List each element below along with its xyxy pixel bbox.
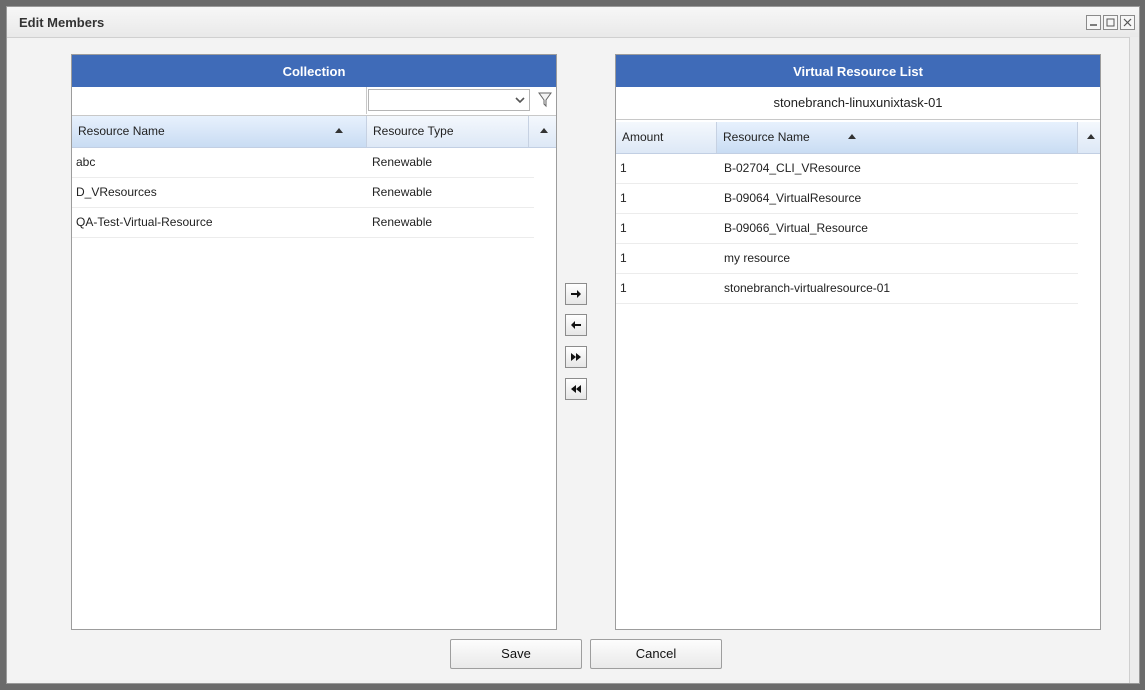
table-row[interactable]: 1 my resource bbox=[616, 244, 1078, 274]
remove-selected-button[interactable] bbox=[565, 314, 587, 336]
double-right-icon bbox=[571, 353, 581, 361]
maximize-button[interactable] bbox=[1103, 15, 1118, 30]
add-selected-button[interactable] bbox=[565, 283, 587, 305]
collection-header: Collection bbox=[72, 55, 556, 87]
resource-name-cell: stonebranch-virtualresource-01 bbox=[724, 281, 891, 295]
arrow-right-icon bbox=[571, 290, 581, 298]
column-label: Amount bbox=[622, 130, 664, 144]
table-row[interactable]: abc Renewable bbox=[72, 148, 534, 178]
resource-name-cell: B-09066_Virtual_Resource bbox=[724, 221, 868, 235]
table-row[interactable]: 1 B-09064_VirtualResource bbox=[616, 184, 1078, 214]
resource-name-cell: my resource bbox=[724, 251, 791, 265]
table-row[interactable]: 1 stonebranch-virtualresource-01 bbox=[616, 274, 1078, 304]
collection-filter-row bbox=[72, 87, 556, 116]
amount-cell: 1 bbox=[620, 251, 627, 265]
double-left-icon bbox=[571, 385, 581, 393]
column-header-amount[interactable]: Amount bbox=[616, 122, 717, 153]
resource-name-cell: QA-Test-Virtual-Resource bbox=[76, 215, 213, 229]
resource-name-filter-input[interactable] bbox=[72, 87, 367, 114]
table-row[interactable]: 1 B-02704_CLI_VResource bbox=[616, 154, 1078, 184]
minimize-icon bbox=[1090, 24, 1097, 26]
resource-name-cell: B-09064_VirtualResource bbox=[724, 191, 862, 205]
task-name-label: stonebranch-linuxunixtask-01 bbox=[616, 87, 1100, 120]
add-all-button[interactable] bbox=[565, 346, 587, 368]
maximize-icon bbox=[1106, 18, 1115, 27]
virtual-grid-header: Amount Resource Name bbox=[616, 122, 1100, 154]
column-label: Resource Name bbox=[78, 124, 165, 138]
dialog-titlebar[interactable]: Edit Members bbox=[7, 7, 1139, 38]
sort-ascending-icon bbox=[848, 134, 856, 139]
window-controls bbox=[1086, 15, 1135, 30]
amount-cell: 1 bbox=[620, 221, 627, 235]
virtual-resource-list-header: Virtual Resource List bbox=[616, 55, 1100, 87]
close-button[interactable] bbox=[1120, 15, 1135, 30]
amount-cell: 1 bbox=[620, 161, 627, 175]
filter-funnel-icon[interactable] bbox=[534, 89, 556, 111]
table-row[interactable]: QA-Test-Virtual-Resource Renewable bbox=[72, 208, 534, 238]
table-row[interactable]: D_VResources Renewable bbox=[72, 178, 534, 208]
column-label: Resource Type bbox=[373, 124, 454, 138]
resource-type-filter-select[interactable] bbox=[368, 89, 530, 111]
virtual-resource-panel: Virtual Resource List stonebranch-linuxu… bbox=[615, 54, 1101, 630]
amount-cell: 1 bbox=[620, 191, 627, 205]
amount-cell: 1 bbox=[620, 281, 627, 295]
resource-type-cell: Renewable bbox=[372, 155, 433, 169]
dialog-title: Edit Members bbox=[19, 15, 105, 30]
scroll-up-icon[interactable] bbox=[1087, 134, 1095, 139]
remove-all-button[interactable] bbox=[565, 378, 587, 400]
window-frame: Edit Members Collection Resource Name Re… bbox=[0, 0, 1145, 690]
minimize-button[interactable] bbox=[1086, 15, 1101, 30]
collection-panel: Collection Resource Name Resource Type a… bbox=[71, 54, 557, 630]
collection-grid-header: Resource Name Resource Type bbox=[72, 116, 556, 148]
close-icon bbox=[1123, 18, 1132, 27]
resource-name-cell: B-02704_CLI_VResource bbox=[724, 161, 861, 175]
resource-type-cell: Renewable bbox=[372, 215, 433, 229]
save-button[interactable]: Save bbox=[450, 639, 582, 669]
column-header-resource-type[interactable]: Resource Type bbox=[367, 116, 529, 147]
chevron-down-icon[interactable] bbox=[513, 93, 527, 107]
resource-name-cell: D_VResources bbox=[76, 185, 157, 199]
sort-ascending-icon bbox=[335, 128, 343, 133]
scroll-up-icon[interactable] bbox=[540, 128, 548, 133]
table-row[interactable]: 1 B-09066_Virtual_Resource bbox=[616, 214, 1078, 244]
resource-type-cell: Renewable bbox=[372, 185, 433, 199]
arrow-left-icon bbox=[571, 321, 581, 329]
edit-members-dialog: Edit Members Collection Resource Name Re… bbox=[6, 6, 1140, 684]
cancel-button[interactable]: Cancel bbox=[590, 639, 722, 669]
dialog-right-edge bbox=[1129, 37, 1139, 683]
column-header-resource-name[interactable]: Resource Name bbox=[72, 116, 367, 147]
column-header-resource-name[interactable]: Resource Name bbox=[717, 122, 1078, 153]
resource-name-cell: abc bbox=[76, 155, 96, 169]
column-label: Resource Name bbox=[723, 130, 810, 144]
